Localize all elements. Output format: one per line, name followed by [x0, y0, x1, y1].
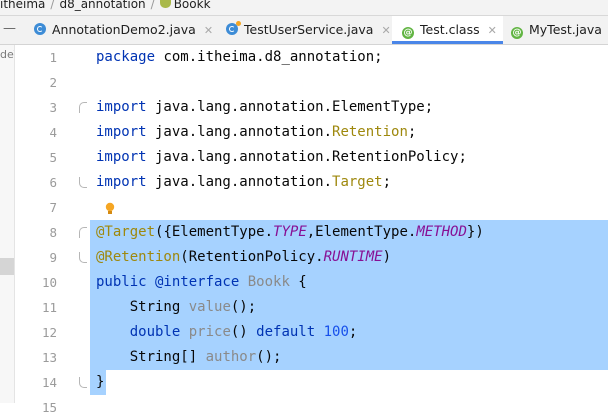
- close-icon[interactable]: ✕: [204, 24, 213, 37]
- tab-annotationdemo2[interactable]: AnnotationDemo2.java ✕: [34, 16, 213, 44]
- tab-label: Test.class: [420, 22, 480, 37]
- java-class-icon: [34, 23, 46, 35]
- annotation-icon: [159, 0, 171, 8]
- breadcrumb-separator: /: [50, 0, 55, 11]
- close-icon[interactable]: ✕: [381, 24, 390, 37]
- code-editor[interactable]: package com.itheima.d8_annotation; impor…: [90, 45, 608, 403]
- editor-tab-bar: — AnnotationDemo2.java ✕ TestUserService.…: [0, 16, 608, 45]
- tab-testuserservice[interactable]: TestUserService.java ✕: [226, 16, 391, 44]
- code-line-10: public @interface Bookk {: [96, 274, 307, 290]
- code-line-11: String value();: [129, 299, 257, 315]
- editor-gutter[interactable]: 1 2 3 4 5 6 7 8 9 10 11 12 13 14 15: [15, 45, 90, 415]
- code-line-9: @Retention(RetentionPolicy.RUNTIME): [96, 249, 392, 265]
- code-line-14: }: [96, 374, 105, 390]
- breadcrumb: itheima / d8_annotation / Bookk: [0, 0, 608, 16]
- annotation-class-icon: @: [402, 27, 414, 39]
- close-icon[interactable]: ✕: [488, 24, 497, 37]
- code-line-12: double price() default 100;: [129, 324, 358, 340]
- minimize-icon[interactable]: —: [3, 21, 16, 36]
- annotation-java-icon: @: [511, 27, 523, 39]
- tab-label: AnnotationDemo2.java: [52, 22, 196, 37]
- code-line-5: import java.lang.annotation.RetentionPol…: [96, 149, 467, 165]
- project-panel-edge[interactable]: de\j: [0, 45, 15, 403]
- project-tree-fragment: de\j: [0, 48, 14, 61]
- breadcrumb-separator: /: [150, 0, 155, 11]
- code-line-3: import java.lang.annotation.ElementType;: [96, 99, 434, 115]
- breadcrumb-item-package[interactable]: d8_annotation: [59, 0, 145, 10]
- fold-marker-icon[interactable]: [79, 227, 87, 238]
- tab-label: TestUserService.java: [244, 22, 374, 37]
- tab-mytest[interactable]: @ MyTest.java: [511, 16, 602, 44]
- project-tree-selected-row[interactable]: [0, 258, 14, 275]
- code-line-6: import java.lang.annotation.Target;: [96, 174, 392, 190]
- fold-marker-icon[interactable]: [79, 177, 87, 188]
- fold-marker-icon[interactable]: [79, 102, 87, 113]
- code-line-4: import java.lang.annotation.Retention;: [96, 124, 417, 140]
- fold-marker-icon[interactable]: [79, 252, 87, 263]
- code-line-1: package com.itheima.d8_annotation;: [96, 49, 383, 65]
- tab-test-class[interactable]: @ Test.class ✕: [392, 16, 503, 44]
- breadcrumb-item-bookk[interactable]: Bookk: [174, 0, 211, 10]
- lightbulb-icon[interactable]: [105, 202, 115, 216]
- java-class-icon: [226, 21, 241, 35]
- code-line-13: String[] author();: [129, 349, 282, 365]
- breadcrumb-item-itheima[interactable]: itheima: [0, 0, 45, 10]
- fold-marker-icon[interactable]: [79, 377, 87, 388]
- code-line-8: @Target({ElementType.TYPE,ElementType.ME…: [96, 224, 484, 240]
- tab-label: MyTest.java: [529, 22, 602, 37]
